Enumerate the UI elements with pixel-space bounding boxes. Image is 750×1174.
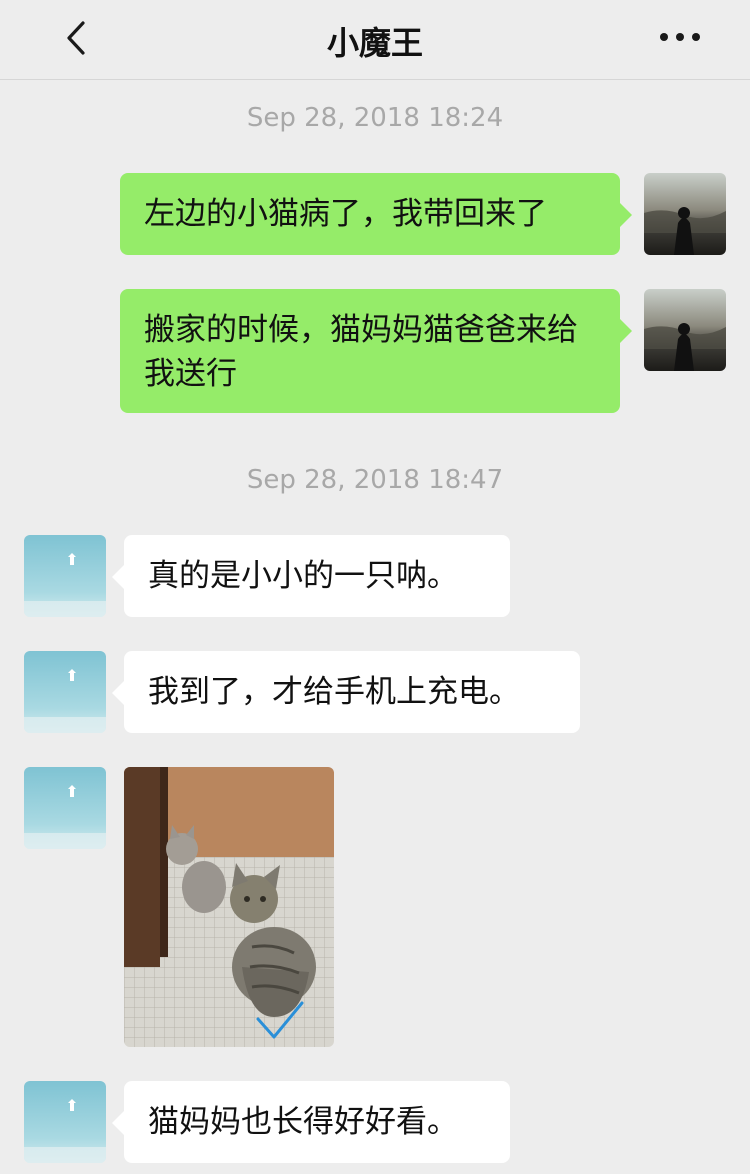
message-bubble-other[interactable]: 我到了，才给手机上充电。: [112, 651, 580, 733]
chat-title: 小魔王: [326, 24, 423, 62]
message-bubble-other[interactable]: 真的是小小的一只呐。: [112, 535, 510, 617]
timestamp: Sep 28, 2018 18:24: [246, 103, 504, 133]
more-dots-icon: [660, 33, 668, 41]
contact-avatar[interactable]: [24, 767, 106, 849]
self-avatar[interactable]: [644, 289, 726, 371]
cat-photo: [124, 767, 334, 1047]
image-message[interactable]: [124, 767, 334, 1047]
contact-avatar[interactable]: [24, 535, 106, 617]
contact-avatar[interactable]: [24, 651, 106, 733]
avatar-sky-airplane-image: [24, 651, 106, 733]
chat-header: 小魔王: [0, 0, 750, 80]
message-bubble-other[interactable]: 猫妈妈也长得好好看。: [112, 1081, 510, 1163]
message-bubble-self[interactable]: 左边的小猫病了，我带回来了: [120, 173, 632, 255]
avatar-sky-airplane-image: [24, 1081, 106, 1163]
avatar-sky-airplane-image: [24, 767, 106, 849]
avatar-sky-airplane-image: [24, 535, 106, 617]
message-bubble-self[interactable]: 搬家的时候，猫妈妈猫爸爸来给我送行: [120, 289, 632, 413]
timestamp: Sep 28, 2018 18:47: [246, 465, 504, 495]
self-avatar[interactable]: [644, 173, 726, 255]
avatar-sunset-image: [644, 173, 726, 255]
contact-avatar[interactable]: [24, 1081, 106, 1163]
avatar-sunset-image: [644, 289, 726, 371]
more-button[interactable]: [650, 22, 710, 52]
